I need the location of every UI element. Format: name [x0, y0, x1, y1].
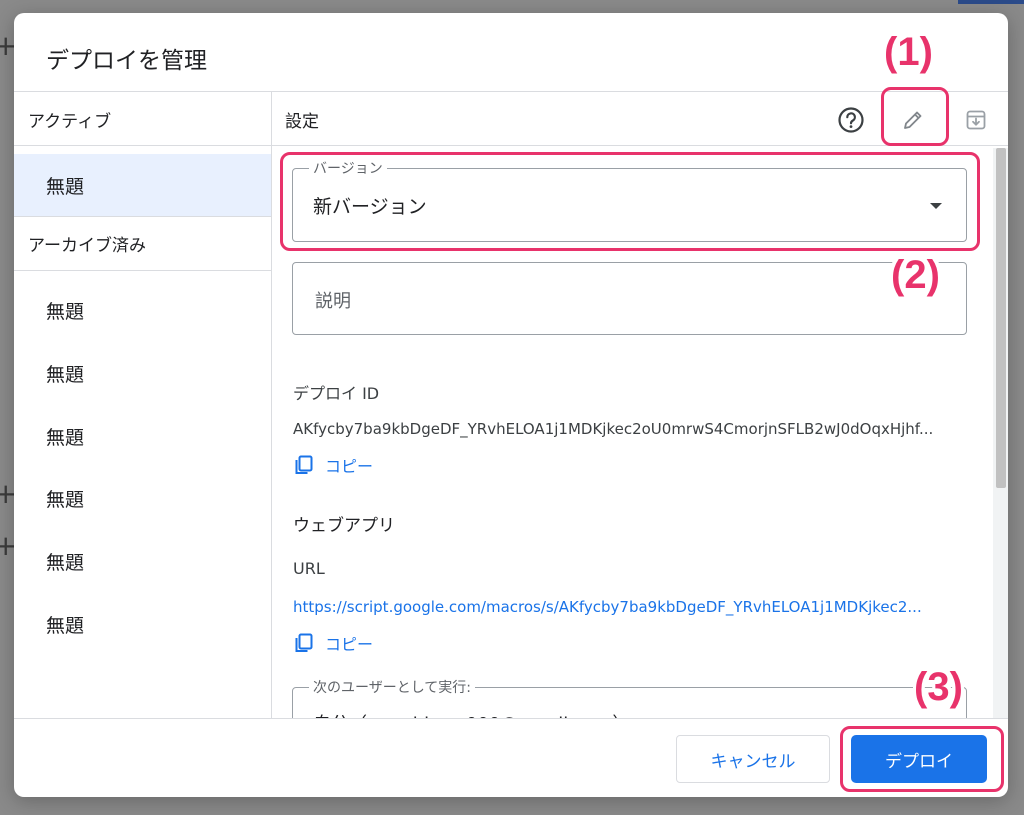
url-label: URL [293, 559, 325, 578]
sidebar-item-active-untitled[interactable]: 無題 [14, 154, 271, 216]
settings-label: 設定 [285, 112, 319, 132]
background-button-edge [958, 0, 1024, 4]
description-placeholder: 説明 [315, 291, 351, 312]
annotation-box-3 [840, 726, 1004, 792]
sidebar-item-archived[interactable]: 無題 [14, 405, 271, 467]
sidebar-item-label: 無題 [46, 364, 85, 386]
copy-deploy-id-button[interactable]: コピー [293, 453, 373, 477]
sidebar-item-archived[interactable]: 無題 [14, 530, 271, 592]
execute-as-select[interactable]: 次のユーザーとして実行: 自分（myaddress000@gmail.com） [292, 677, 967, 718]
deploy-id-value: AKfycby7ba9kbDgeDF_YRvhELOA1j1MDKjkec2oU… [293, 420, 934, 438]
divider [14, 216, 271, 217]
divider [14, 718, 1008, 719]
description-field[interactable]: 説明 [292, 262, 967, 335]
scrollbar-thumb[interactable] [996, 148, 1006, 488]
sidebar-item-archived[interactable]: 無題 [14, 279, 271, 341]
sidebar-item-archived[interactable]: 無題 [14, 467, 271, 529]
help-icon[interactable] [834, 103, 868, 137]
annotation-label-1: (1) [884, 30, 933, 74]
deploy-id-label: デプロイ ID [293, 384, 380, 403]
manage-deployments-dialog: デプロイを管理 アクティブ 無題 アーカイブ済み 無題 無題 無題 無題 無題 … [14, 13, 1008, 797]
archive-icon[interactable] [959, 103, 993, 137]
copy-label: コピー [325, 457, 374, 476]
cancel-button[interactable]: キャンセル [676, 735, 830, 783]
copy-icon [295, 633, 313, 652]
sidebar-item-archived[interactable]: 無題 [14, 342, 271, 404]
divider [14, 91, 1008, 92]
divider [14, 145, 271, 146]
annotation-box-2 [280, 152, 980, 251]
copy-icon [295, 455, 313, 474]
execute-as-value: 自分（myaddress000@gmail.com） [313, 710, 630, 718]
sidebar-item-label: 無題 [46, 552, 85, 574]
divider [14, 270, 271, 271]
sidebar-item-label: 無題 [46, 176, 85, 198]
sidebar-item-label: 無題 [46, 427, 85, 449]
copy-url-button[interactable]: コピー [293, 631, 373, 655]
dialog-title: デプロイを管理 [46, 48, 207, 74]
annotation-label-2: (2) [891, 253, 940, 297]
execute-as-legend: 次のユーザーとして実行: [309, 677, 476, 697]
sidebar-header-active: アクティブ [28, 112, 112, 132]
sidebar-item-label: 無題 [46, 615, 85, 637]
sidebar-item-label: 無題 [46, 489, 85, 511]
webapp-url-link[interactable]: https://script.google.com/macros/s/AKfyc… [293, 598, 922, 616]
webapp-heading: ウェブアプリ [293, 516, 395, 536]
annotation-box-1 [881, 87, 949, 146]
sidebar-item-label: 無題 [46, 301, 85, 323]
sidebar-header-archived: アーカイブ済み [28, 236, 146, 256]
copy-label: コピー [325, 635, 374, 654]
execute-as-clip: 次のユーザーとして実行: 自分（myaddress000@gmail.com） [271, 673, 993, 718]
sidebar-item-archived[interactable]: 無題 [14, 593, 271, 655]
divider [271, 91, 272, 718]
annotation-label-3: (3) [914, 665, 963, 709]
